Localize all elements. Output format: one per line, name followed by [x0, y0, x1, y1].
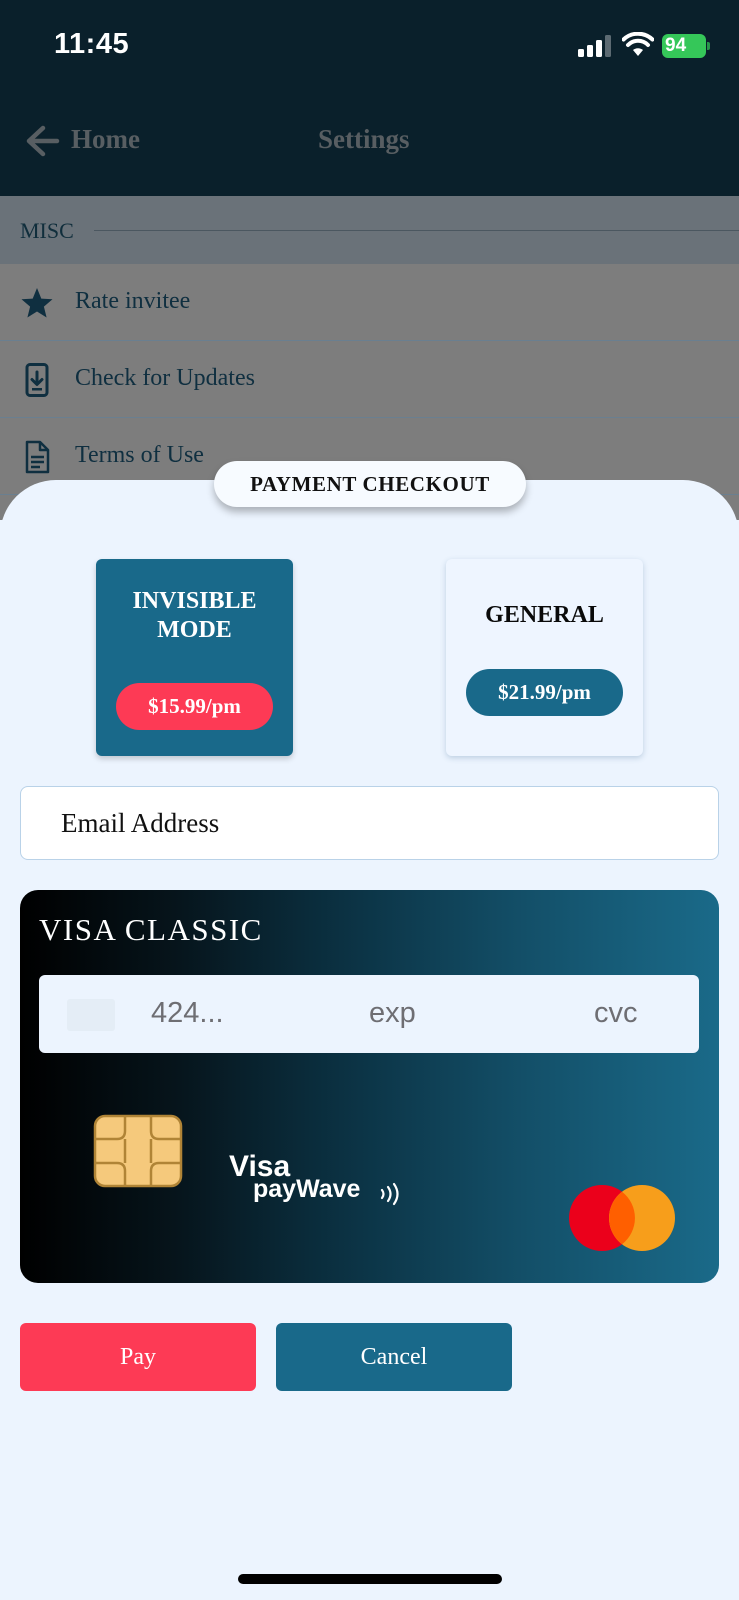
- card-expiry-input[interactable]: exp: [369, 997, 416, 1030]
- home-indicator[interactable]: [238, 1574, 502, 1584]
- paywave-text: payWave: [253, 1175, 361, 1203]
- settings-row-rate[interactable]: Rate invitee: [0, 264, 739, 341]
- email-field[interactable]: [20, 786, 719, 860]
- status-time: 11:45: [54, 28, 130, 60]
- payment-sheet-title: PAYMENT CHECKOUT: [214, 461, 526, 507]
- card-chip-icon: [93, 1114, 183, 1188]
- card-title: VISA CLASSIC: [39, 912, 263, 947]
- section-label: MISC: [20, 218, 74, 243]
- section-header: MISC: [0, 196, 739, 264]
- mastercard-logo-icon: [569, 1185, 675, 1251]
- battery-tip: [707, 42, 710, 50]
- plan-price-badge: $15.99/pm: [116, 683, 273, 730]
- battery-level: 94: [662, 34, 706, 58]
- visa-paywave-logo: Visa payWave: [229, 1152, 409, 1212]
- plan-price-badge: $21.99/pm: [466, 669, 623, 716]
- settings-screen-background: 11:45 94 Home Settings MISC Rate invitee…: [0, 0, 739, 520]
- plan-card-invisible-mode[interactable]: Invisible Mode $15.99/pm: [96, 559, 293, 756]
- card-brand-icon: [67, 999, 115, 1031]
- arrow-left-icon[interactable]: [24, 124, 60, 158]
- settings-row-updates[interactable]: Check for Updates: [0, 341, 739, 418]
- settings-row-label: Terms of Use: [75, 442, 204, 468]
- plan-name: GENERAL: [485, 602, 604, 628]
- status-bar: 11:45 94: [0, 0, 739, 90]
- cancel-button[interactable]: Cancel: [276, 1323, 512, 1391]
- contactless-icon: [380, 1182, 399, 1206]
- back-button-label[interactable]: Home: [71, 124, 140, 155]
- cellular-signal-icon: [578, 35, 611, 57]
- section-divider: [94, 230, 739, 231]
- plan-card-general[interactable]: GENERAL $21.99/pm: [446, 559, 643, 756]
- card-details-input[interactable]: 424... exp cvc: [39, 975, 699, 1053]
- phone-download-icon: [25, 363, 49, 397]
- card-cvc-input[interactable]: cvc: [594, 997, 638, 1030]
- card-number-input[interactable]: 424...: [151, 997, 224, 1030]
- credit-card: VISA CLASSIC 424... exp cvc Visa payWave: [20, 890, 719, 1283]
- battery-icon: 94: [662, 34, 710, 58]
- wifi-icon: [622, 32, 654, 56]
- star-icon: [21, 288, 53, 318]
- plan-name: Invisible Mode: [132, 588, 257, 643]
- settings-row-label: Check for Updates: [75, 365, 255, 391]
- nav-bar: Home Settings: [0, 90, 739, 196]
- document-icon: [25, 440, 50, 474]
- settings-row-label: Rate invitee: [75, 288, 191, 314]
- page-title: Settings: [318, 124, 410, 154]
- pay-button[interactable]: Pay: [20, 1323, 256, 1391]
